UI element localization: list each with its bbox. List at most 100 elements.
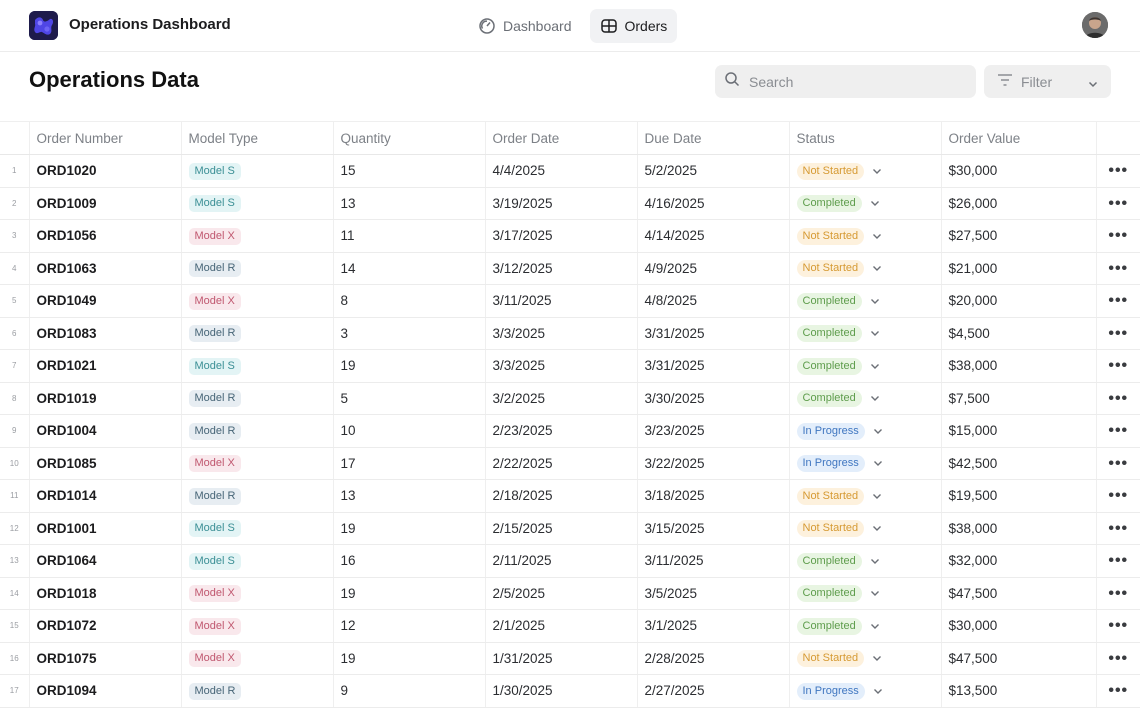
table-row[interactable]: 3 ORD1056 Model X 11 3/17/2025 4/14/2025 Not S… [0,219,1140,253]
due-date-cell[interactable]: 3/23/2025 [636,414,789,448]
model-type-cell[interactable]: Model X [180,609,333,643]
quantity-cell[interactable]: 11 [332,219,485,253]
model-type-cell[interactable]: Model R [180,479,333,513]
order-value-cell[interactable]: $7,500 [940,382,1096,415]
order-value-cell[interactable]: $4,500 [940,317,1096,350]
model-type-cell[interactable]: Model R [180,382,333,415]
model-type-cell[interactable]: Model X [180,219,333,253]
table-row[interactable]: 10 ORD1085 Model X 17 2/22/2025 3/22/2025 In P… [0,447,1140,480]
order-number-cell[interactable]: ORD1064 [28,544,181,578]
due-date-cell[interactable]: 3/18/2025 [636,479,789,513]
model-type-cell[interactable]: Model R [180,317,333,350]
model-type-cell[interactable]: Model X [180,642,333,675]
quantity-cell[interactable]: 17 [332,447,485,480]
model-type-cell[interactable]: Model S [180,349,333,383]
column-header-status[interactable]: Status [788,121,941,155]
quantity-cell[interactable]: 19 [332,642,485,675]
row-actions-button[interactable]: ••• [1095,544,1140,578]
quantity-cell[interactable]: 13 [332,187,485,220]
row-actions-button[interactable]: ••• [1095,447,1140,480]
status-dropdown[interactable]: Completed [796,325,880,343]
status-cell[interactable]: Completed [788,544,941,578]
app-logo-icon[interactable] [29,11,58,40]
order-number-cell[interactable]: ORD1020 [28,154,181,188]
due-date-cell[interactable]: 4/8/2025 [636,284,789,318]
search-box[interactable] [715,65,976,98]
order-number-cell[interactable]: ORD1075 [28,642,181,675]
order-number-cell[interactable]: ORD1094 [28,674,181,708]
status-cell[interactable]: Completed [788,349,941,383]
column-header-order-value[interactable]: Order Value [940,121,1096,155]
status-cell[interactable]: Completed [788,609,941,643]
order-number-cell[interactable]: ORD1018 [28,577,181,610]
status-dropdown[interactable]: Completed [796,195,880,213]
table-row[interactable]: 16 ORD1075 Model X 19 1/31/2025 2/28/2025 Not … [0,642,1140,675]
model-type-cell[interactable]: Model X [180,447,333,480]
status-cell[interactable]: Not Started [788,154,941,188]
status-dropdown[interactable]: Completed [796,292,880,310]
order-date-cell[interactable]: 4/4/2025 [484,154,637,188]
order-value-cell[interactable]: $27,500 [940,219,1096,253]
model-type-cell[interactable]: Model R [180,674,333,708]
table-row[interactable]: 12 ORD1001 Model S 19 2/15/2025 3/15/2025 Not … [0,512,1140,545]
table-row[interactable]: 5 ORD1049 Model X 8 3/11/2025 4/8/2025 Complet… [0,284,1140,318]
status-cell[interactable]: Completed [788,317,941,350]
status-dropdown[interactable]: Not Started [796,520,883,538]
status-dropdown[interactable]: Completed [796,390,880,408]
status-cell[interactable]: Completed [788,577,941,610]
model-type-cell[interactable]: Model S [180,544,333,578]
order-value-cell[interactable]: $15,000 [940,414,1096,448]
quantity-cell[interactable]: 3 [332,317,485,350]
order-number-cell[interactable]: ORD1083 [28,317,181,350]
status-cell[interactable]: Not Started [788,512,941,545]
status-cell[interactable]: Not Started [788,479,941,513]
status-dropdown[interactable]: Not Started [796,227,883,245]
status-cell[interactable]: In Progress [788,414,941,448]
quantity-cell[interactable]: 10 [332,414,485,448]
status-cell[interactable]: Not Started [788,642,941,675]
status-dropdown[interactable]: In Progress [796,455,883,473]
column-header-quantity[interactable]: Quantity [332,121,485,155]
order-value-cell[interactable]: $19,500 [940,479,1096,513]
quantity-cell[interactable]: 5 [332,382,485,415]
order-date-cell[interactable]: 2/22/2025 [484,447,637,480]
table-row[interactable]: 7 ORD1021 Model S 19 3/3/2025 3/31/2025 Comple… [0,349,1140,383]
order-value-cell[interactable]: $30,000 [940,609,1096,643]
due-date-cell[interactable]: 4/9/2025 [636,252,789,285]
due-date-cell[interactable]: 3/11/2025 [636,544,789,578]
due-date-cell[interactable]: 3/1/2025 [636,609,789,643]
due-date-cell[interactable]: 4/14/2025 [636,219,789,253]
status-dropdown[interactable]: Completed [796,357,880,375]
row-actions-button[interactable]: ••• [1095,382,1140,415]
quantity-cell[interactable]: 13 [332,479,485,513]
row-actions-button[interactable]: ••• [1095,154,1140,188]
table-row[interactable]: 2 ORD1009 Model S 13 3/19/2025 4/16/2025 Compl… [0,187,1140,220]
status-cell[interactable]: Completed [788,284,941,318]
order-number-cell[interactable]: ORD1001 [28,512,181,545]
order-number-cell[interactable]: ORD1004 [28,414,181,448]
quantity-cell[interactable]: 12 [332,609,485,643]
order-number-cell[interactable]: ORD1056 [28,219,181,253]
order-number-cell[interactable]: ORD1019 [28,382,181,415]
status-dropdown[interactable]: In Progress [796,422,883,440]
quantity-cell[interactable]: 19 [332,349,485,383]
row-actions-button[interactable]: ••• [1095,187,1140,220]
search-input[interactable] [747,72,971,91]
status-dropdown[interactable]: Not Started [796,162,883,180]
order-date-cell[interactable]: 3/3/2025 [484,317,637,350]
table-row[interactable]: 14 ORD1018 Model X 19 2/5/2025 3/5/2025 Comple… [0,577,1140,610]
due-date-cell[interactable]: 3/31/2025 [636,317,789,350]
filter-dropdown[interactable]: Filter [984,65,1111,98]
column-header-due-date[interactable]: Due Date [636,121,789,155]
model-type-cell[interactable]: Model S [180,154,333,188]
table-row[interactable]: 4 ORD1063 Model R 14 3/12/2025 4/9/2025 Not St… [0,252,1140,285]
row-actions-button[interactable]: ••• [1095,284,1140,318]
order-value-cell[interactable]: $47,500 [940,577,1096,610]
row-actions-button[interactable]: ••• [1095,577,1140,610]
order-date-cell[interactable]: 2/11/2025 [484,544,637,578]
table-row[interactable]: 8 ORD1019 Model R 5 3/2/2025 3/30/2025 Complet… [0,382,1140,415]
order-date-cell[interactable]: 2/5/2025 [484,577,637,610]
due-date-cell[interactable]: 3/31/2025 [636,349,789,383]
row-actions-button[interactable]: ••• [1095,512,1140,545]
order-value-cell[interactable]: $20,000 [940,284,1096,318]
